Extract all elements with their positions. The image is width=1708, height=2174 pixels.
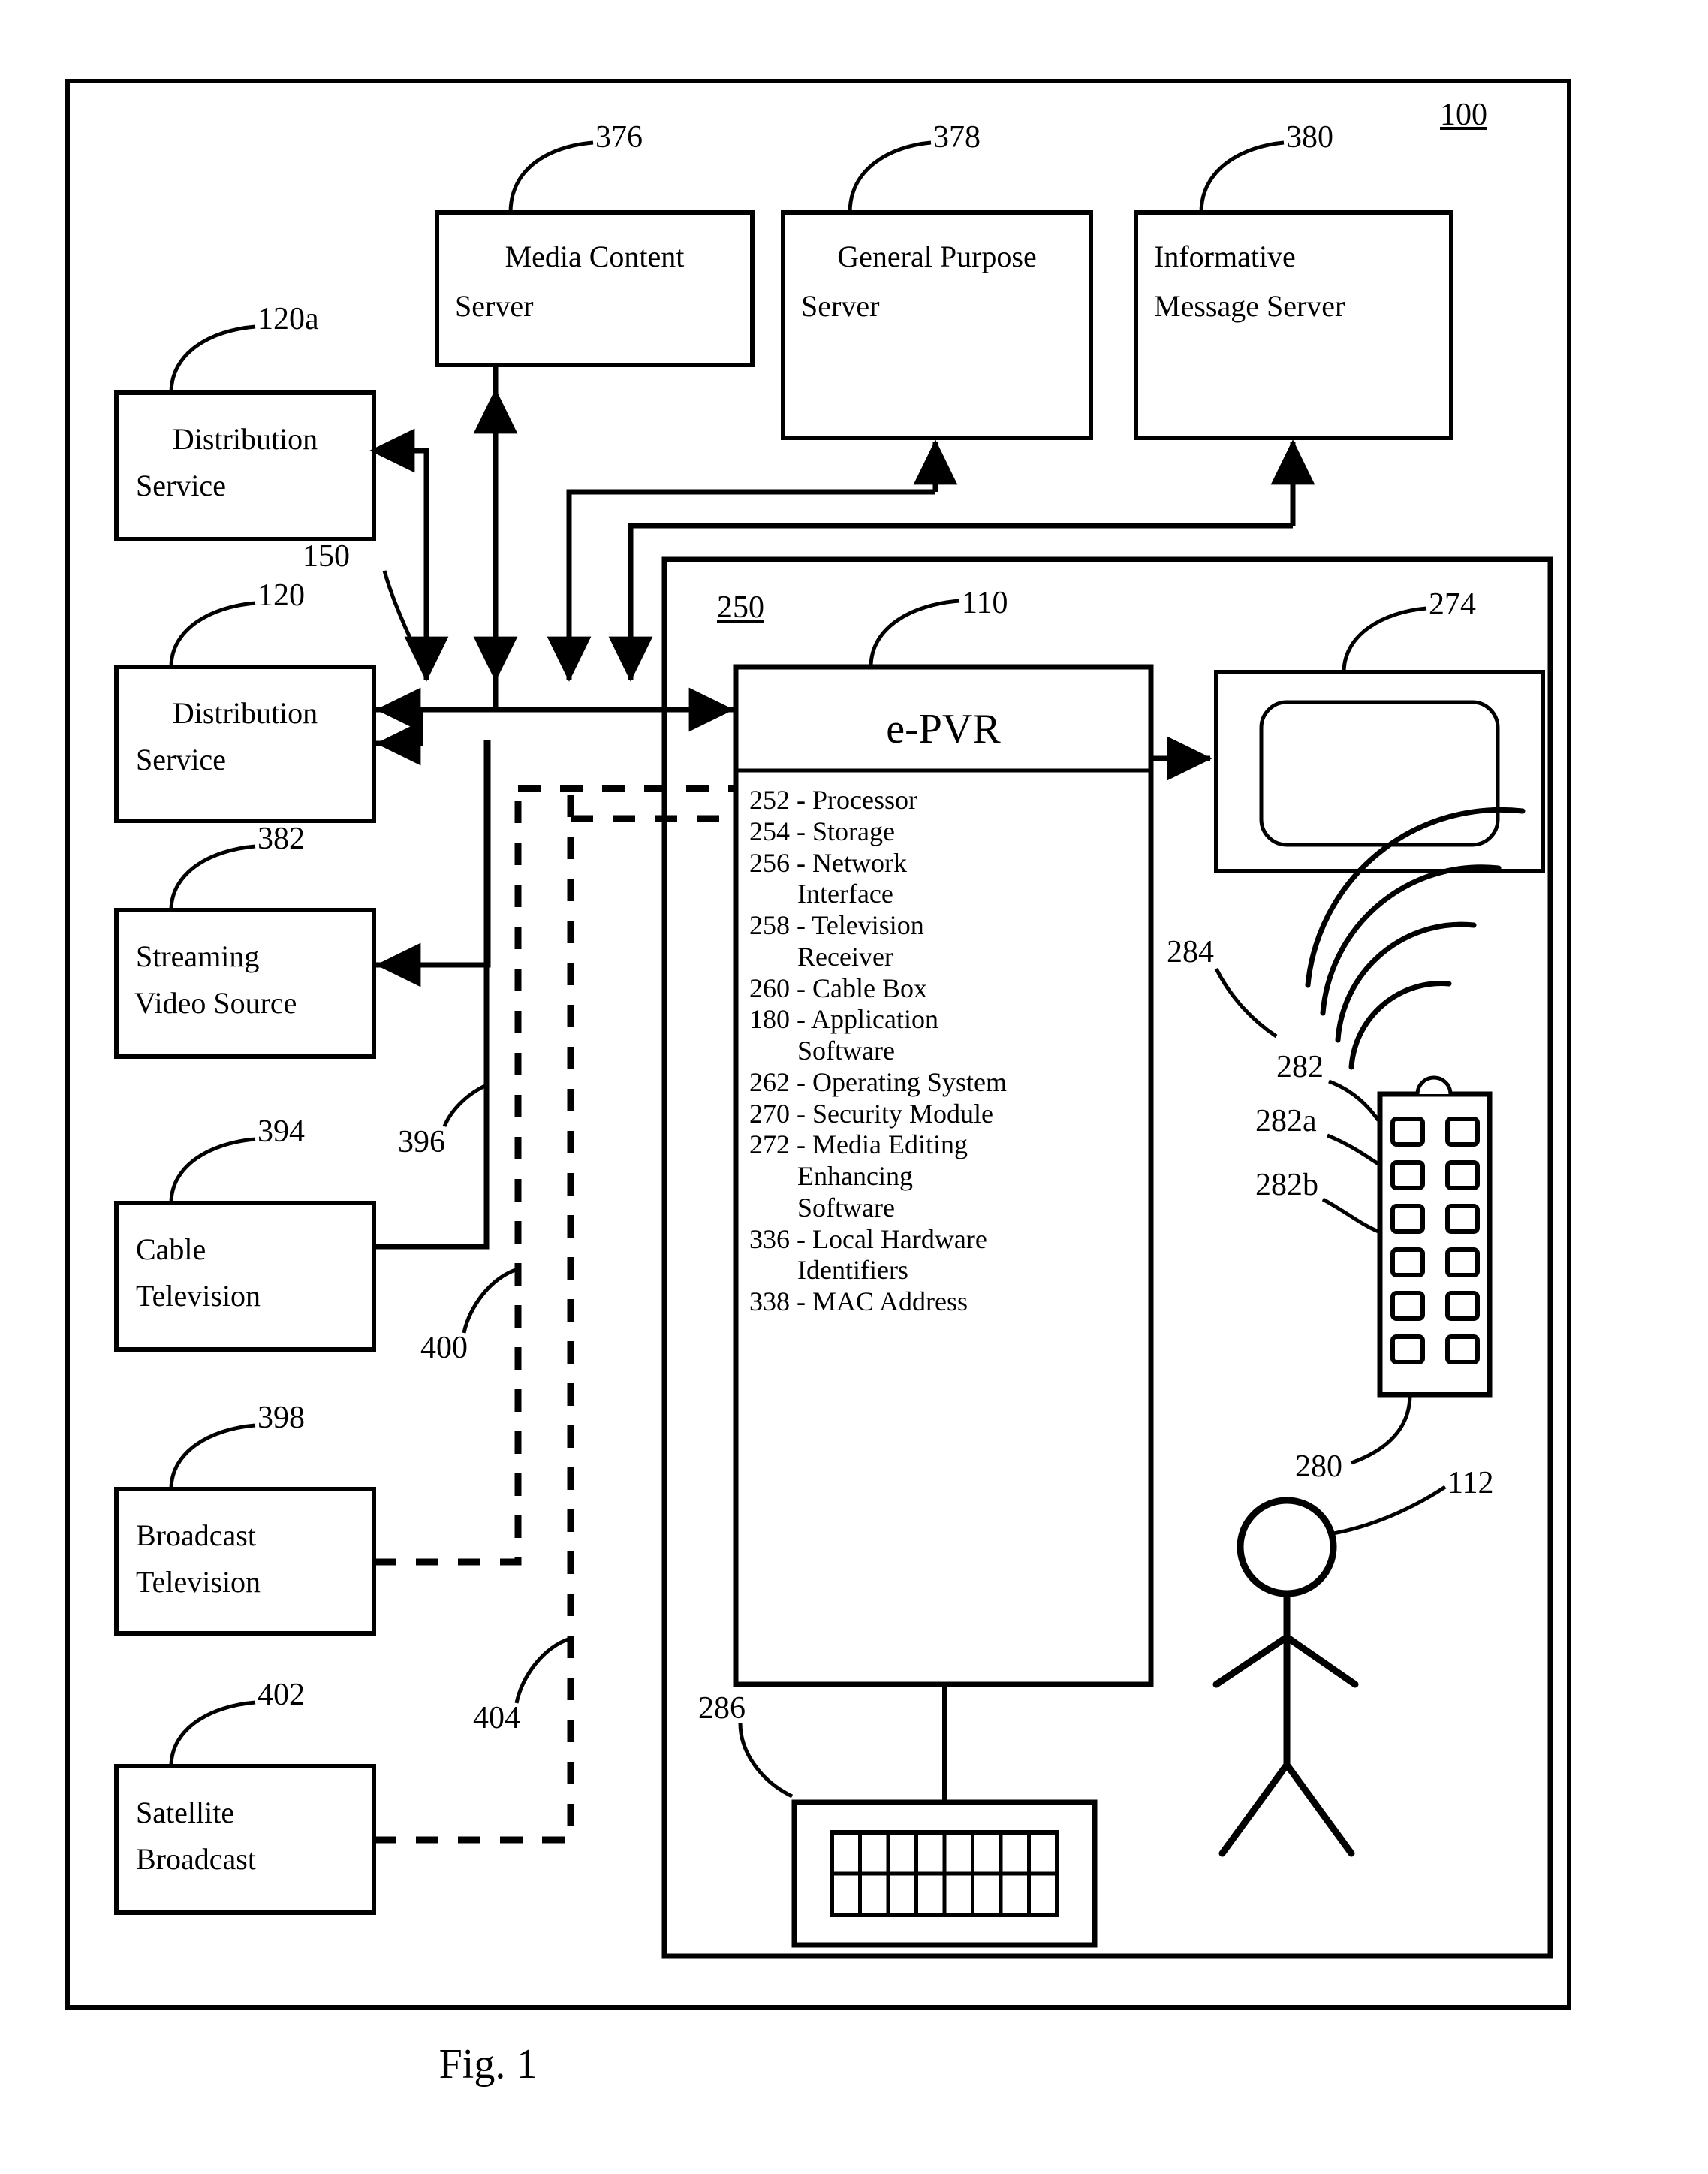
leader-280 <box>1351 1394 1412 1465</box>
wireless-arc-1 <box>1348 981 1452 1070</box>
ref-250: 250 <box>717 590 764 625</box>
epvr-component-row: 272 - Media Editing <box>749 1129 968 1160</box>
streaming-video-source-box <box>114 908 376 1059</box>
epvr-component-cont: Enhancing <box>797 1161 913 1191</box>
ref-274: 274 <box>1429 587 1476 622</box>
epvr-component-row: 260 - Cable Box <box>749 972 927 1003</box>
streaming-video-source-label-1: Streaming <box>136 939 260 973</box>
ref-396: 396 <box>398 1125 445 1159</box>
leader-378 <box>848 140 932 213</box>
leader-400 <box>462 1267 519 1334</box>
streaming-video-source-label-2: Video Source <box>134 986 297 1020</box>
leader-404 <box>514 1636 571 1704</box>
epvr-component-row: 258 - Television <box>749 910 924 940</box>
broadcast-television-label-2: Television <box>136 1565 261 1599</box>
ref-150: 150 <box>303 539 350 574</box>
ref-380: 380 <box>1286 120 1333 155</box>
ref-402: 402 <box>258 1678 305 1712</box>
cable-television-label-1: Cable <box>136 1232 206 1266</box>
leader-120 <box>169 601 256 668</box>
leader-394 <box>169 1137 256 1204</box>
ref-400: 400 <box>420 1331 468 1365</box>
ref-100: 100 <box>1440 98 1487 132</box>
leader-402 <box>169 1700 256 1767</box>
broadcast-television-box <box>114 1487 376 1636</box>
media-content-server-label-2: Server <box>455 289 534 323</box>
ref-112: 112 <box>1447 1466 1494 1500</box>
leader-120a <box>169 324 256 393</box>
ref-382: 382 <box>258 822 305 856</box>
leader-112 <box>1333 1485 1447 1536</box>
ref-282: 282 <box>1276 1050 1324 1084</box>
distribution-service-label-1: Distribution <box>172 696 318 730</box>
remote-ir-emitter <box>1415 1075 1453 1095</box>
distribution-service-a-label-1: Distribution <box>172 422 318 456</box>
general-purpose-server-label-2: Server <box>801 289 880 323</box>
ref-376: 376 <box>595 120 643 155</box>
epvr-component-row: 252 - Processor <box>749 785 917 815</box>
leader-284 <box>1214 967 1278 1039</box>
satellite-broadcast-label-1: Satellite <box>136 1796 235 1829</box>
ref-282b: 282b <box>1255 1168 1318 1202</box>
epvr-component-list: 252 - Processor 254 - Storage 256 - Networ… <box>749 785 1147 1318</box>
epvr-component-row: 270 - Security Module <box>749 1098 993 1129</box>
ref-404: 404 <box>473 1701 520 1735</box>
ref-398: 398 <box>258 1401 305 1435</box>
ref-110: 110 <box>962 586 1008 620</box>
epvr-component-cont: Interface <box>797 879 893 909</box>
leader-282b <box>1321 1197 1379 1234</box>
general-purpose-server-label-1: General Purpose <box>837 240 1037 273</box>
epvr-component-row: 254 - Storage <box>749 816 895 846</box>
leader-286 <box>738 1723 794 1799</box>
ref-378: 378 <box>933 120 981 155</box>
ref-120: 120 <box>258 578 305 613</box>
informative-message-server-label-1: Informative <box>1154 240 1296 273</box>
distribution-service-label-2: Service <box>136 743 226 776</box>
leader-110 <box>869 599 960 668</box>
epvr-component-cont: Software <box>797 1036 895 1066</box>
ref-280: 280 <box>1295 1449 1342 1484</box>
epvr-title: e-PVR <box>886 706 1001 752</box>
leader-380 <box>1199 140 1285 213</box>
leader-282a <box>1327 1133 1380 1166</box>
leader-398 <box>169 1423 256 1490</box>
epvr-component-cont: Identifiers <box>797 1255 908 1286</box>
wireless-arc-2 <box>1335 921 1477 1043</box>
epvr-component-row: 180 - Application <box>749 1004 938 1035</box>
epvr-component-cont: Receiver <box>797 941 893 972</box>
television-screen <box>1259 700 1500 847</box>
broadcast-link-path <box>374 788 522 1566</box>
figure-caption: Fig. 1 <box>438 2041 538 2088</box>
leader-396 <box>442 1083 488 1127</box>
informative-message-server-label-2: Message Server <box>1154 289 1345 323</box>
media-content-server-label-1: Media Content <box>505 240 685 273</box>
epvr-component-row: 256 - Network <box>749 847 907 878</box>
ref-394: 394 <box>258 1114 305 1149</box>
ref-120a: 120a <box>258 302 319 336</box>
distribution-service-a-box <box>114 390 376 541</box>
leader-382 <box>169 844 256 911</box>
leader-150 <box>382 570 427 670</box>
distribution-service-a-label-2: Service <box>136 469 226 502</box>
satellite-broadcast-label-2: Broadcast <box>136 1842 256 1876</box>
user-stick-figure-art <box>1212 1497 1359 1857</box>
ref-284: 284 <box>1167 935 1214 969</box>
leader-376 <box>508 140 594 213</box>
leader-282 <box>1328 1079 1381 1122</box>
epvr-component-row: 338 - MAC Address <box>749 1286 968 1316</box>
ref-286: 286 <box>698 1691 746 1726</box>
leader-274 <box>1342 606 1427 673</box>
cable-link-path <box>374 740 490 1250</box>
figure-canvas: 100 376 378 380 Media Content Server Gen… <box>0 0 1708 2174</box>
cable-television-box <box>114 1201 376 1352</box>
epvr-component-row: 262 - Operating System <box>749 1066 1007 1097</box>
satellite-broadcast-box <box>114 1764 376 1915</box>
cable-television-label-2: Television <box>136 1279 261 1313</box>
ref-282a: 282a <box>1255 1104 1317 1138</box>
broadcast-television-label-1: Broadcast <box>136 1518 256 1552</box>
epvr-component-cont: Software <box>797 1192 895 1223</box>
epvr-component-row: 336 - Local Hardware <box>749 1223 987 1254</box>
